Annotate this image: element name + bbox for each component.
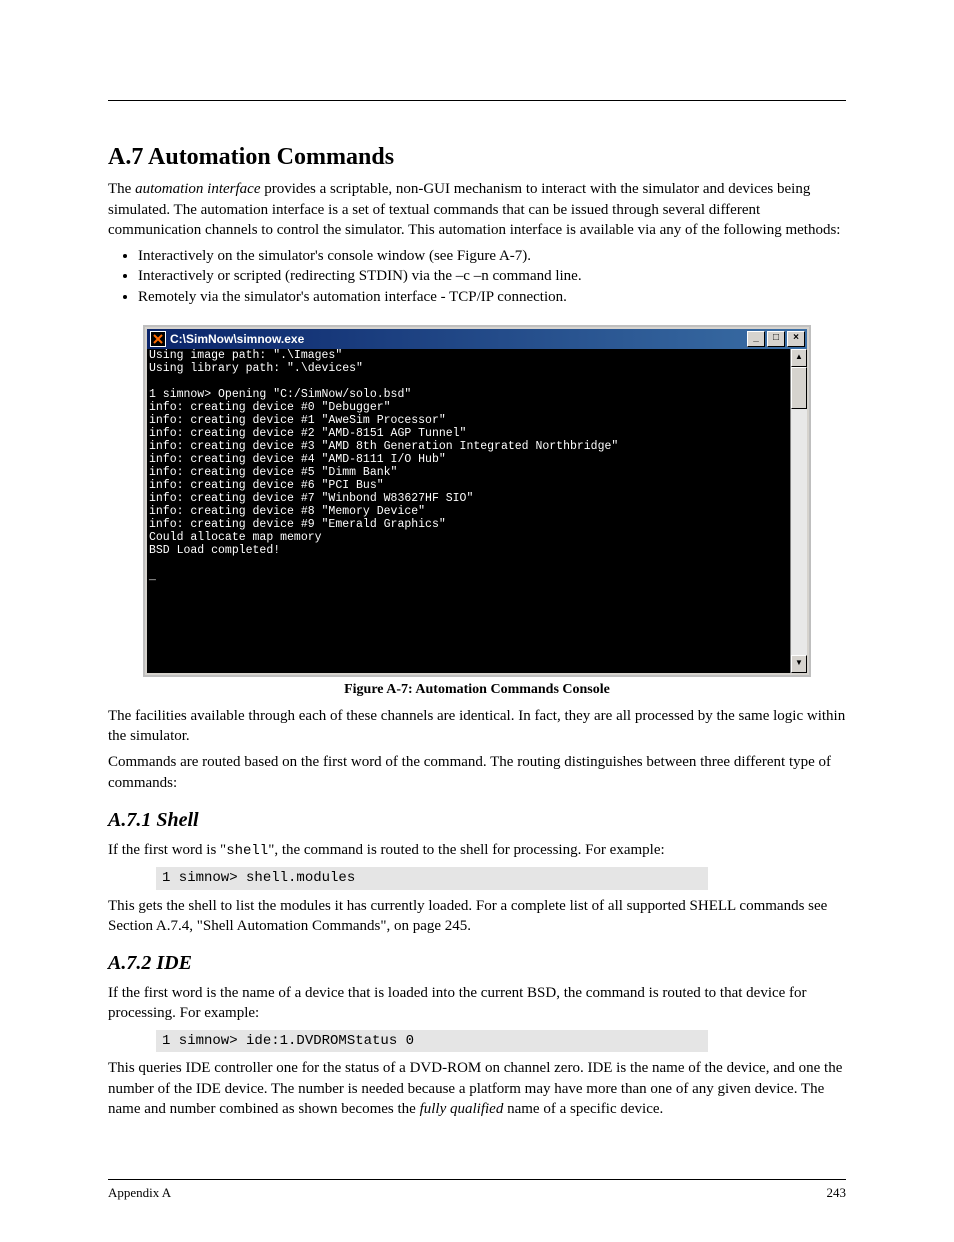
scroll-track[interactable] — [791, 367, 807, 655]
sub1-c: ", the command is routed to the shell fo… — [268, 842, 664, 858]
bullet-item: Interactively on the simulator's console… — [138, 246, 846, 266]
titlebar-text: C:\SimNow\simnow.exe — [170, 331, 747, 347]
command-block-shell: 1 simnow> shell.modules — [156, 867, 708, 890]
command-block-ide: 1 simnow> ide:1.DVDROMStatus 0 — [156, 1030, 708, 1053]
subsection-heading-ide: A.7.2 IDE — [108, 950, 846, 977]
sub2-tail-ital: fully qualified — [420, 1101, 504, 1117]
app-icon — [150, 331, 166, 347]
sub2-lead: If the first word is the name of a devic… — [108, 983, 846, 1024]
footer-right: 243 — [827, 1184, 847, 1202]
subsection-heading-shell: A.7.1 Shell — [108, 807, 846, 834]
scroll-down-button[interactable]: ▼ — [791, 655, 807, 673]
sub2-tail-c: name of a specific device. — [503, 1101, 663, 1117]
scroll-thumb[interactable] — [791, 367, 807, 409]
console-window: C:\SimNow\simnow.exe _ □ × Using image p… — [143, 325, 811, 677]
intro-b: automation interface — [135, 181, 260, 197]
sub1-tail: This gets the shell to list the modules … — [108, 896, 846, 937]
vertical-scrollbar[interactable]: ▲ ▼ — [790, 349, 807, 673]
page-header-rule — [108, 60, 846, 101]
bullet-item: Remotely via the simulator's automation … — [138, 287, 846, 307]
section-heading-a7: A.7 Automation Commands — [108, 141, 846, 173]
sub1-mono: shell — [226, 843, 268, 859]
sub1-a: If the first word is " — [108, 842, 226, 858]
para-cmd-routing: Commands are routed based on the first w… — [108, 752, 846, 793]
sub1-lead: If the first word is "shell", the comman… — [108, 840, 846, 861]
intro-paragraph: The automation interface provides a scri… — [108, 179, 846, 240]
sub2-tail: This queries IDE controller one for the … — [108, 1058, 846, 1119]
console-output: Using image path: ".\Images" Using libra… — [147, 349, 790, 673]
maximize-button[interactable]: □ — [767, 331, 785, 347]
close-button[interactable]: × — [787, 331, 805, 347]
para-after-fig: The facilities available through each of… — [108, 706, 846, 747]
scroll-up-button[interactable]: ▲ — [791, 349, 807, 367]
footer-left: Appendix A — [108, 1184, 171, 1202]
page-footer: Appendix A 243 — [108, 1179, 846, 1202]
minimize-button[interactable]: _ — [747, 331, 765, 347]
titlebar[interactable]: C:\SimNow\simnow.exe _ □ × — [147, 329, 807, 349]
intro-a: The — [108, 181, 135, 197]
console-figure: C:\SimNow\simnow.exe _ □ × Using image p… — [143, 325, 811, 700]
bullet-item: Interactively or scripted (redirecting S… — [138, 266, 846, 286]
figure-caption: Figure A-7: Automation Commands Console — [143, 681, 811, 700]
